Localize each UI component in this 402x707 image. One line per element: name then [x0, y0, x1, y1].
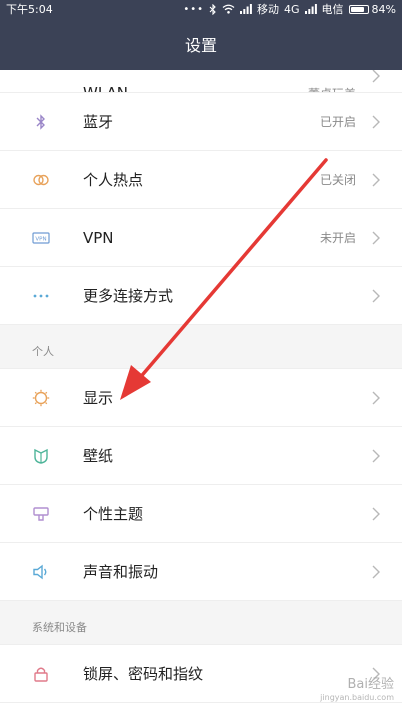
status-time: 下午5:04	[6, 3, 53, 16]
settings-item-label: 显示	[83, 389, 114, 407]
battery-icon	[348, 4, 369, 14]
settings-item-sound[interactable]: 声音和振动	[0, 543, 402, 601]
bluetooth-status-icon	[209, 3, 216, 15]
settings-item-value: 已关闭	[319, 173, 356, 187]
settings-item-value: 董卓玩美	[308, 85, 356, 92]
settings-item-wallpaper[interactable]: 壁纸	[0, 427, 402, 485]
chevron-right-icon	[372, 70, 380, 83]
status-bar: 下午5:04 ••• 移动 4G 电信 84%	[0, 0, 402, 18]
settings-item-value: 已开启	[319, 115, 356, 129]
settings-item-themes[interactable]: 个性主题	[0, 485, 402, 543]
brightness-icon	[32, 389, 50, 406]
section-header-system: 系统和设备	[0, 601, 402, 645]
settings-item-label: 锁屏、密码和指纹	[83, 665, 204, 683]
chevron-right-icon	[372, 289, 380, 302]
settings-list[interactable]: WLAN 董卓玩美 蓝牙 已开启 个人热点 已关闭 VPN VPN 未开	[0, 70, 402, 703]
vpn-icon: VPN	[32, 231, 50, 244]
signal-icon-2	[304, 4, 317, 14]
wallpaper-icon	[34, 448, 48, 464]
more-dots-icon	[33, 294, 49, 297]
settings-item-value: 未开启	[319, 231, 356, 245]
carrier2-label: 电信	[321, 3, 344, 16]
settings-item-label: 个人热点	[83, 171, 144, 189]
chevron-right-icon	[372, 173, 380, 186]
chevron-right-icon	[372, 449, 380, 462]
settings-item-label: VPN	[83, 228, 114, 247]
chevron-right-icon	[372, 231, 380, 244]
settings-item-display[interactable]: 显示	[0, 369, 402, 427]
title-bar: 设置	[0, 18, 402, 70]
settings-item-vpn[interactable]: VPN VPN 未开启	[0, 209, 402, 267]
settings-item-bluetooth[interactable]: 蓝牙 已开启	[0, 93, 402, 151]
settings-item-label: 壁纸	[83, 447, 114, 465]
signal-icon	[240, 4, 252, 14]
section-title: 系统和设备	[32, 621, 87, 634]
watermark-text: Bai经验	[347, 677, 395, 692]
settings-item-label: 声音和振动	[83, 563, 159, 581]
watermark-main: Bai经验	[282, 677, 395, 693]
watermark-sub: jingyan.baidu.com	[320, 693, 394, 702]
section-title: 个人	[32, 345, 54, 358]
settings-item-label: WLAN	[83, 84, 129, 93]
chevron-right-icon	[372, 391, 380, 404]
watermark: Bai经验 jingyan.baidu.com	[282, 677, 394, 703]
more-dots-status-icon: •••	[183, 3, 205, 15]
settings-item-more-connections[interactable]: 更多连接方式	[0, 267, 402, 325]
theme-icon	[33, 506, 49, 521]
speaker-icon	[33, 564, 47, 579]
lock-icon	[34, 667, 48, 682]
hotspot-icon	[33, 174, 49, 185]
bluetooth-icon	[36, 113, 45, 130]
battery-fill	[350, 6, 364, 12]
settings-item-hotspot[interactable]: 个人热点 已关闭	[0, 151, 402, 209]
battery: 84%	[348, 2, 396, 16]
carrier1-label: 移动	[257, 3, 280, 16]
chevron-right-icon	[372, 507, 380, 520]
page-title: 设置	[184, 36, 217, 55]
settings-item-wlan[interactable]: WLAN 董卓玩美	[0, 70, 402, 93]
settings-item-label: 个性主题	[83, 505, 144, 523]
status-indicators: ••• 移动 4G 电信 84%	[183, 1, 396, 17]
chevron-right-icon	[372, 115, 380, 128]
settings-item-label: 蓝牙	[83, 113, 114, 131]
battery-percent: 84%	[371, 2, 396, 16]
settings-item-label: 更多连接方式	[83, 287, 174, 305]
svg-text:VPN: VPN	[35, 236, 46, 242]
chevron-right-icon	[372, 565, 380, 578]
section-header-personal: 个人	[0, 325, 402, 369]
wifi-status-icon	[222, 4, 235, 14]
network-type-label: 4G	[284, 2, 300, 16]
